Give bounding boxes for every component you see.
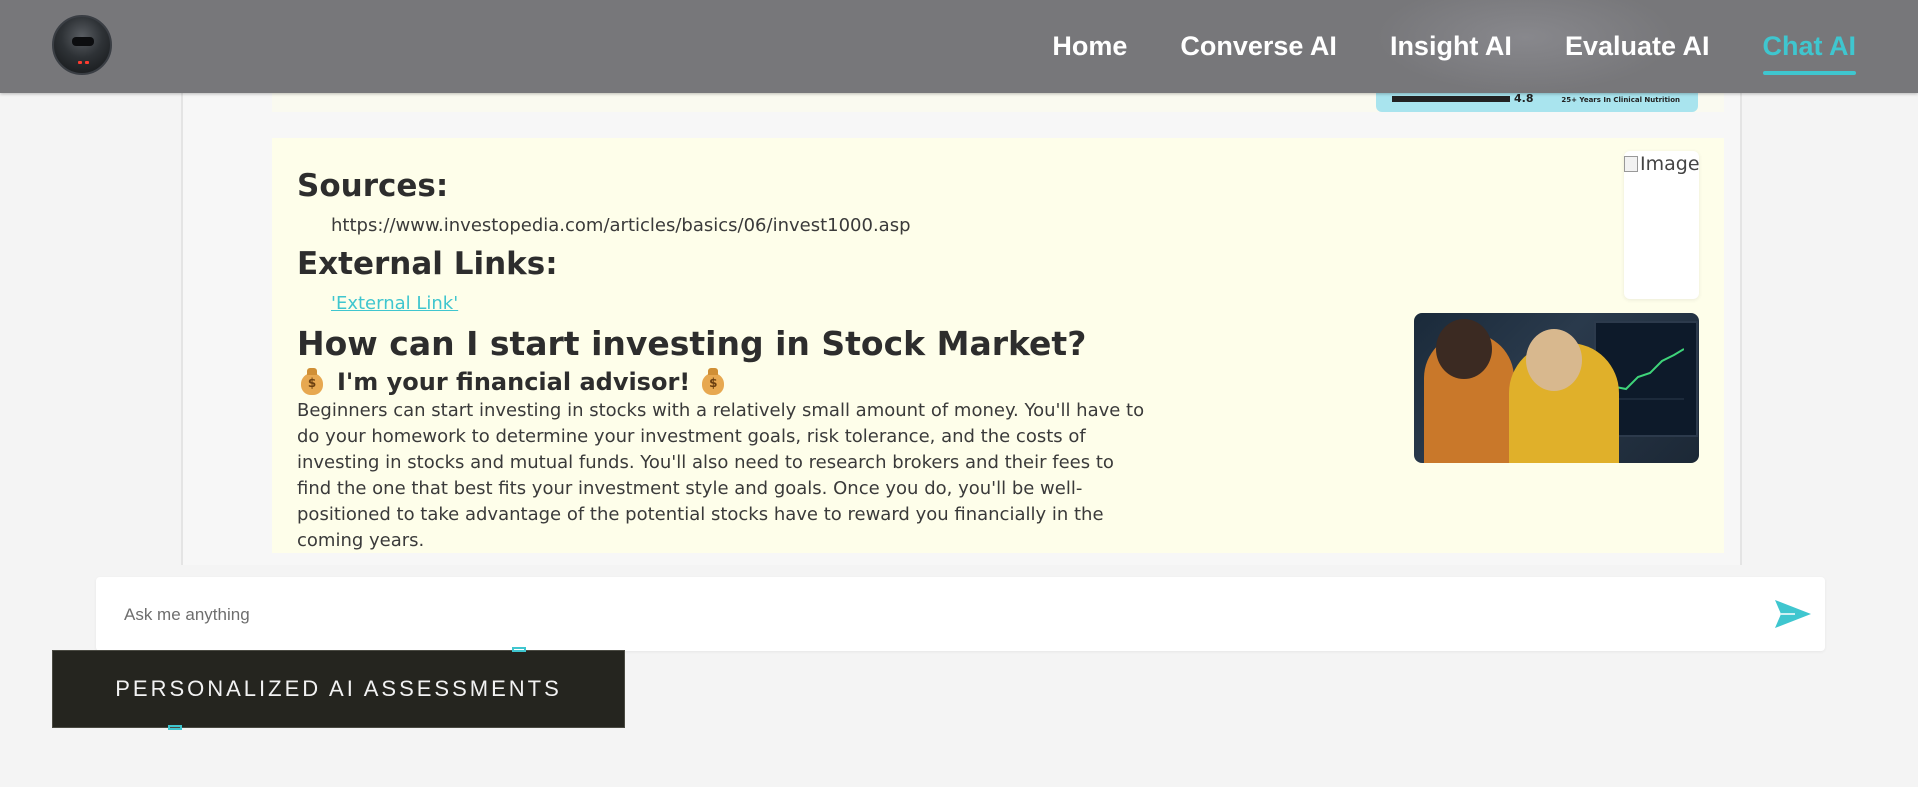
answer-card: Sources: https://www.investopedia.com/ar…: [272, 138, 1724, 553]
nav-converse-ai[interactable]: Converse AI: [1180, 27, 1337, 66]
personalized-assessments-button[interactable]: PERSONALIZED AI ASSESSMENTS: [52, 650, 625, 728]
nav-home[interactable]: Home: [1052, 27, 1127, 66]
avatar-light: [85, 61, 89, 64]
answer-body: Beginners can start investing in stocks …: [297, 400, 1145, 551]
nav-links: Home Converse AI Insight AI Evaluate AI …: [999, 0, 1856, 93]
chat-input[interactable]: [122, 577, 1726, 653]
photo-person-left-head: [1436, 319, 1492, 379]
broken-image: Image: [1624, 151, 1700, 299]
photo-person-right-head: [1526, 329, 1582, 391]
navbar: Home Converse AI Insight AI Evaluate AI …: [0, 0, 1918, 93]
chat-input-bar: [96, 577, 1825, 653]
advisor-text: I'm your financial advisor!: [337, 368, 691, 396]
avatar-light: [78, 61, 82, 64]
avatar-visor: [72, 37, 94, 46]
money-bag-icon: [702, 368, 725, 395]
resize-handle[interactable]: [512, 647, 526, 652]
thumbnail-bar: [1392, 96, 1510, 102]
external-link[interactable]: 'External Link': [331, 293, 458, 314]
question-heading: How can I start investing in Stock Marke…: [297, 324, 1087, 363]
resize-handle[interactable]: [168, 725, 182, 730]
thumbnail-rating: 4.8: [1514, 92, 1534, 105]
stock-market-photo: [1414, 313, 1699, 463]
avatar[interactable]: [52, 15, 112, 75]
nav-chat-ai[interactable]: Chat AI: [1762, 27, 1856, 75]
nav-evaluate-ai[interactable]: Evaluate AI: [1565, 27, 1710, 66]
thumbnail-years-badge: 25+ Years In Clinical Nutrition: [1561, 96, 1680, 104]
sources-heading: Sources:: [297, 168, 449, 204]
send-icon[interactable]: [1773, 594, 1813, 634]
money-bag-icon: [301, 368, 323, 395]
external-links-heading: External Links:: [297, 246, 558, 282]
personalized-assessments-label: PERSONALIZED AI ASSESSMENTS: [115, 676, 562, 701]
source-url: https://www.investopedia.com/articles/ba…: [331, 215, 911, 236]
advisor-line: I'm your financial advisor!: [297, 368, 725, 396]
nav-insight-ai[interactable]: Insight AI: [1390, 27, 1512, 66]
broken-image-alt: Image: [1624, 153, 1700, 175]
